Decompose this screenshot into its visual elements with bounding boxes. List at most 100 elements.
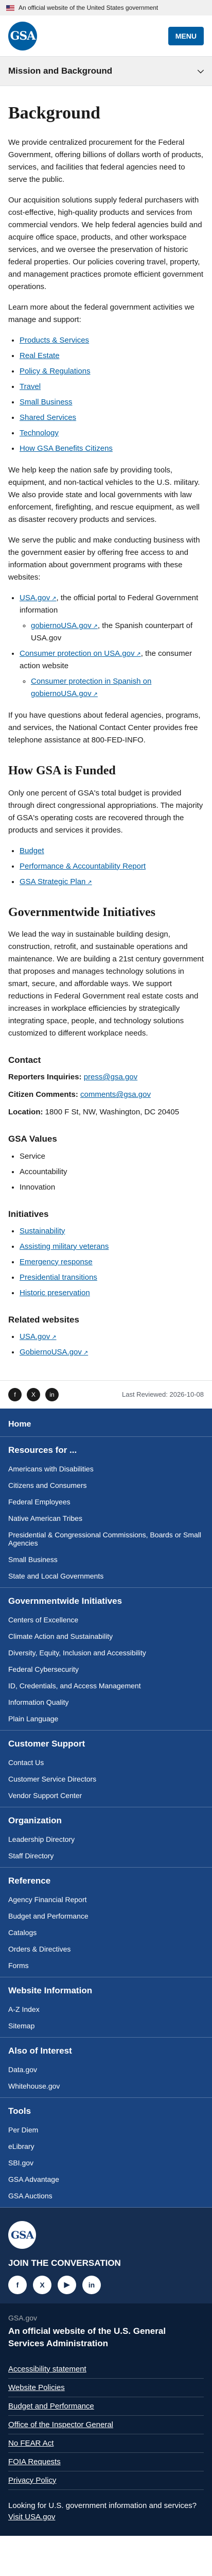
body-paragraph: We serve the public and make conducting … xyxy=(8,536,200,582)
initiatives-heading: Governmentwide Initiatives xyxy=(8,905,155,919)
x-icon[interactable]: X xyxy=(33,2275,51,2294)
related-link[interactable]: USA.gov xyxy=(20,1332,56,1341)
body-paragraph: We help keep the nation safe by providin… xyxy=(8,466,200,524)
footer-nav: Home Resources for ... Americans with Di… xyxy=(0,1408,212,2208)
budget-link[interactable]: Budget xyxy=(20,846,44,855)
list-item: Travel xyxy=(20,381,204,393)
activity-link[interactable]: Technology xyxy=(20,429,59,437)
footer-link[interactable]: Sitemap xyxy=(8,2018,204,2034)
footer-link[interactable]: GSA Auctions xyxy=(8,2188,204,2204)
consumer-protection-link[interactable]: Consumer protection on USA.gov xyxy=(20,649,141,658)
activity-link[interactable]: How GSA Benefits Citizens xyxy=(20,444,113,453)
press-email-link[interactable]: press@gsa.gov xyxy=(84,1073,137,1081)
footer-link[interactable]: Americans with Disabilities xyxy=(8,1461,204,1477)
usa-gov-link[interactable]: USA.gov xyxy=(20,594,56,602)
contact-label: Location: xyxy=(8,1108,43,1117)
activity-link[interactable]: Shared Services xyxy=(20,413,76,422)
us-flag-icon xyxy=(6,5,14,11)
sub-list: gobiernoUSA.gov, the Spanish counterpart… xyxy=(20,620,204,645)
values-heading: GSA Values xyxy=(8,1134,57,1144)
footer-link[interactable]: Diversity, Equity, Inclusion and Accessi… xyxy=(8,1645,204,1661)
footer-link[interactable]: Presidential & Congressional Commissions… xyxy=(8,1527,204,1551)
section-nav-toggle[interactable]: Mission and Background ⌵ xyxy=(0,57,212,86)
identifier-link[interactable]: Privacy Policy xyxy=(8,2471,204,2490)
footer-link[interactable]: Citizens and Consumers xyxy=(8,1477,204,1494)
questions-paragraph: If you have questions about federal agen… xyxy=(8,711,201,745)
list-item: How GSA Benefits Citizens xyxy=(20,443,204,455)
footer-link[interactable]: Centers of Excellence xyxy=(8,1612,204,1628)
comments-email-link[interactable]: comments@gsa.gov xyxy=(80,1090,151,1099)
join-conversation-heading: JOIN THE CONVERSATION xyxy=(8,2258,121,2268)
footer-link[interactable]: State and Local Governments xyxy=(8,1568,204,1584)
footer-link[interactable]: Contact Us xyxy=(8,1754,204,1771)
activity-link[interactable]: Products & Services xyxy=(20,336,89,345)
last-reviewed: Last Reviewed: 2026-10-08 xyxy=(122,1391,204,1399)
visit-usa-link[interactable]: Visit USA.gov xyxy=(8,2513,55,2521)
strategic-plan-link[interactable]: GSA Strategic Plan xyxy=(20,877,92,886)
initiative-link[interactable]: Assisting military veterans xyxy=(20,1242,109,1251)
footer-link[interactable]: Agency Financial Report xyxy=(8,1891,204,1908)
footer-link[interactable]: ID, Credentials, and Access Management xyxy=(8,1677,204,1694)
performance-report-link[interactable]: Performance & Accountability Report xyxy=(20,862,146,871)
identifier-link[interactable]: Website Policies xyxy=(8,2379,204,2397)
identifier-link[interactable]: FOIA Requests xyxy=(8,2453,204,2471)
footer-link[interactable]: Catalogs xyxy=(8,1924,204,1941)
values-list: Service Accountability Innovation xyxy=(8,1150,204,1194)
identifier-link[interactable]: Accessibility statement xyxy=(8,2360,204,2379)
footer-link[interactable]: Native American Tribes xyxy=(8,1510,204,1527)
youtube-icon[interactable]: ▶ xyxy=(58,2275,76,2294)
identifier-link[interactable]: Office of the Inspector General xyxy=(8,2416,204,2434)
initiative-link[interactable]: Sustainability xyxy=(20,1227,65,1235)
footer-link[interactable]: Orders & Directives xyxy=(8,1941,204,1957)
menu-button[interactable]: MENU xyxy=(168,26,204,45)
footer-link[interactable]: Small Business xyxy=(8,1551,204,1568)
footer-link[interactable]: Forms xyxy=(8,1957,204,1974)
footer-link[interactable]: SBI.gov xyxy=(8,2155,204,2171)
footer-link[interactable]: Leadership Directory xyxy=(8,1831,204,1848)
contact-reporters: Reporters Inquiries: press@gsa.gov xyxy=(8,1071,204,1083)
footer-link[interactable]: Whitehouse.gov xyxy=(8,2078,204,2094)
footer-link[interactable]: Climate Action and Sustainability xyxy=(8,1628,204,1645)
activity-link[interactable]: Real Estate xyxy=(20,351,60,360)
activity-link[interactable]: Small Business xyxy=(20,398,73,406)
gsa-logo[interactable]: GSA xyxy=(8,21,37,50)
x-icon[interactable]: X xyxy=(27,1387,40,1401)
footer-link[interactable]: Federal Employees xyxy=(8,1494,204,1510)
footer-link[interactable]: Information Quality xyxy=(8,1694,204,1710)
footer-link[interactable]: Budget and Performance xyxy=(8,1908,204,1924)
gobierno-usa-link[interactable]: gobiernoUSA.gov xyxy=(31,621,98,630)
linkedin-icon[interactable]: in xyxy=(45,1387,59,1401)
related-link[interactable]: GobiernoUSA.gov xyxy=(20,1348,88,1357)
initiative-link[interactable]: Emergency response xyxy=(20,1258,93,1266)
footer-link[interactable]: Per Diem xyxy=(8,2122,204,2138)
initiative-link[interactable]: Historic preservation xyxy=(20,1289,90,1297)
activity-link[interactable]: Policy & Regulations xyxy=(20,367,91,376)
footer-link[interactable]: Data.gov xyxy=(8,2061,204,2078)
funded-paragraph: Only one percent of GSA's total budget i… xyxy=(8,788,203,835)
identifier-links: Accessibility statement Website Policies… xyxy=(8,2360,204,2490)
footer-gsa-logo[interactable]: GSA xyxy=(8,2221,36,2249)
footer-link[interactable]: Staff Directory xyxy=(8,1848,204,1864)
identifier-link[interactable]: Budget and Performance xyxy=(8,2397,204,2416)
consumer-protection-spanish-link[interactable]: Consumer protection in Spanish on gobier… xyxy=(31,677,151,698)
list-item: Small Business xyxy=(20,396,204,409)
list-item: Performance & Accountability Report xyxy=(20,860,204,873)
identifier-link[interactable]: No FEAR Act xyxy=(8,2434,204,2453)
footer-link[interactable]: Vendor Support Center xyxy=(8,1787,204,1804)
footer-link[interactable]: Customer Service Directors xyxy=(8,1771,204,1787)
footer-link[interactable]: eLibrary xyxy=(8,2138,204,2155)
initiative-link[interactable]: Presidential transitions xyxy=(20,1273,97,1282)
contact-label: Reporters Inquiries: xyxy=(8,1073,82,1082)
footer-link[interactable]: A-Z Index xyxy=(8,2001,204,2018)
facebook-icon[interactable]: f xyxy=(8,2275,27,2294)
list-item: Technology xyxy=(20,427,204,439)
footer-link[interactable]: GSA Advantage xyxy=(8,2171,204,2188)
linkedin-icon[interactable]: in xyxy=(82,2275,101,2294)
facebook-icon[interactable]: f xyxy=(8,1387,22,1401)
list-item: Consumer protection on USA.gov, the cons… xyxy=(20,648,204,700)
footer-home-link[interactable]: Home xyxy=(0,1413,212,1437)
footer-link[interactable]: Plain Language xyxy=(8,1710,204,1727)
activity-link[interactable]: Travel xyxy=(20,382,41,391)
footer-link[interactable]: Federal Cybersecurity xyxy=(8,1661,204,1677)
initiatives-list: Sustainability Assisting military vetera… xyxy=(8,1225,204,1299)
